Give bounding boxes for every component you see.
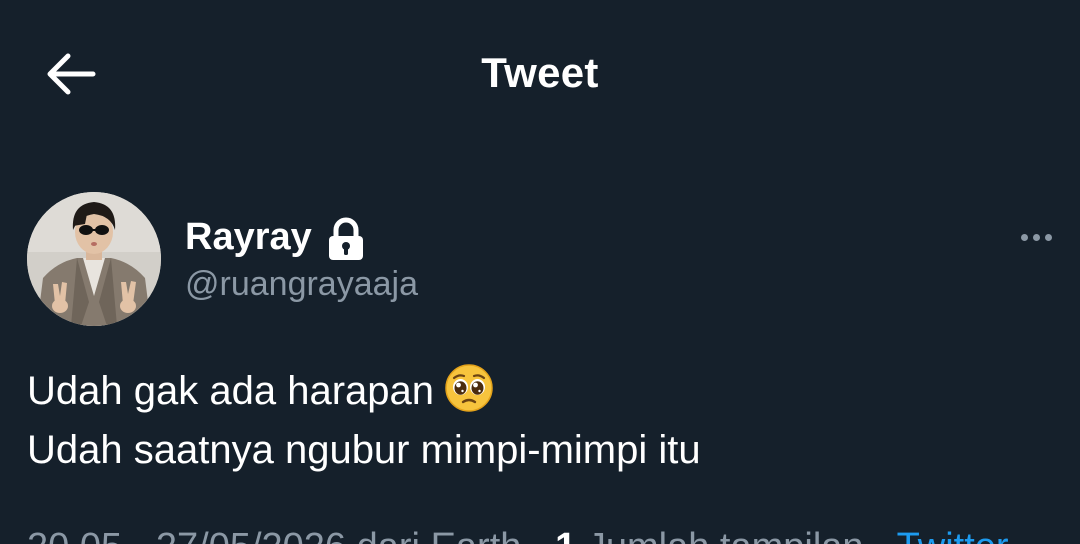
- avatar[interactable]: [27, 192, 161, 326]
- tweet-time: 20.05: [27, 526, 122, 544]
- author-name-row[interactable]: Rayray: [185, 212, 366, 262]
- tweet-source: Earth: [431, 526, 522, 544]
- lock-icon: [326, 217, 366, 261]
- display-name[interactable]: Rayray: [185, 216, 312, 259]
- profile-photo: [27, 192, 161, 326]
- views-label: Jumlah tampilan: [587, 526, 864, 544]
- tweet-detail-screen: Tweet Rayray @ruangrayaaja Udah gak ada …: [0, 0, 1080, 544]
- more-options-button[interactable]: [1010, 220, 1062, 254]
- tweet-meta: 20.05 · 27/05/2026 dari Earth · 1 Jumlah…: [27, 526, 1080, 544]
- tweet-line-2: Udah saatnya ngubur mimpi-mimpi itu: [27, 428, 701, 472]
- tweet-date: 27/05/2026: [156, 526, 346, 544]
- client-link[interactable]: Twitter: [897, 526, 1009, 544]
- more-horizontal-icon: [1020, 233, 1052, 241]
- tweet-line-1: Udah gak ada harapan: [27, 362, 1047, 421]
- tweet-text: Udah gak ada harapan Udah saatnya ngubur…: [27, 362, 1047, 480]
- pleading-face-emoji: [444, 363, 494, 413]
- user-handle[interactable]: @ruangrayaaja: [185, 265, 418, 304]
- page-title: Tweet: [481, 49, 599, 96]
- views-count: 1: [555, 526, 576, 544]
